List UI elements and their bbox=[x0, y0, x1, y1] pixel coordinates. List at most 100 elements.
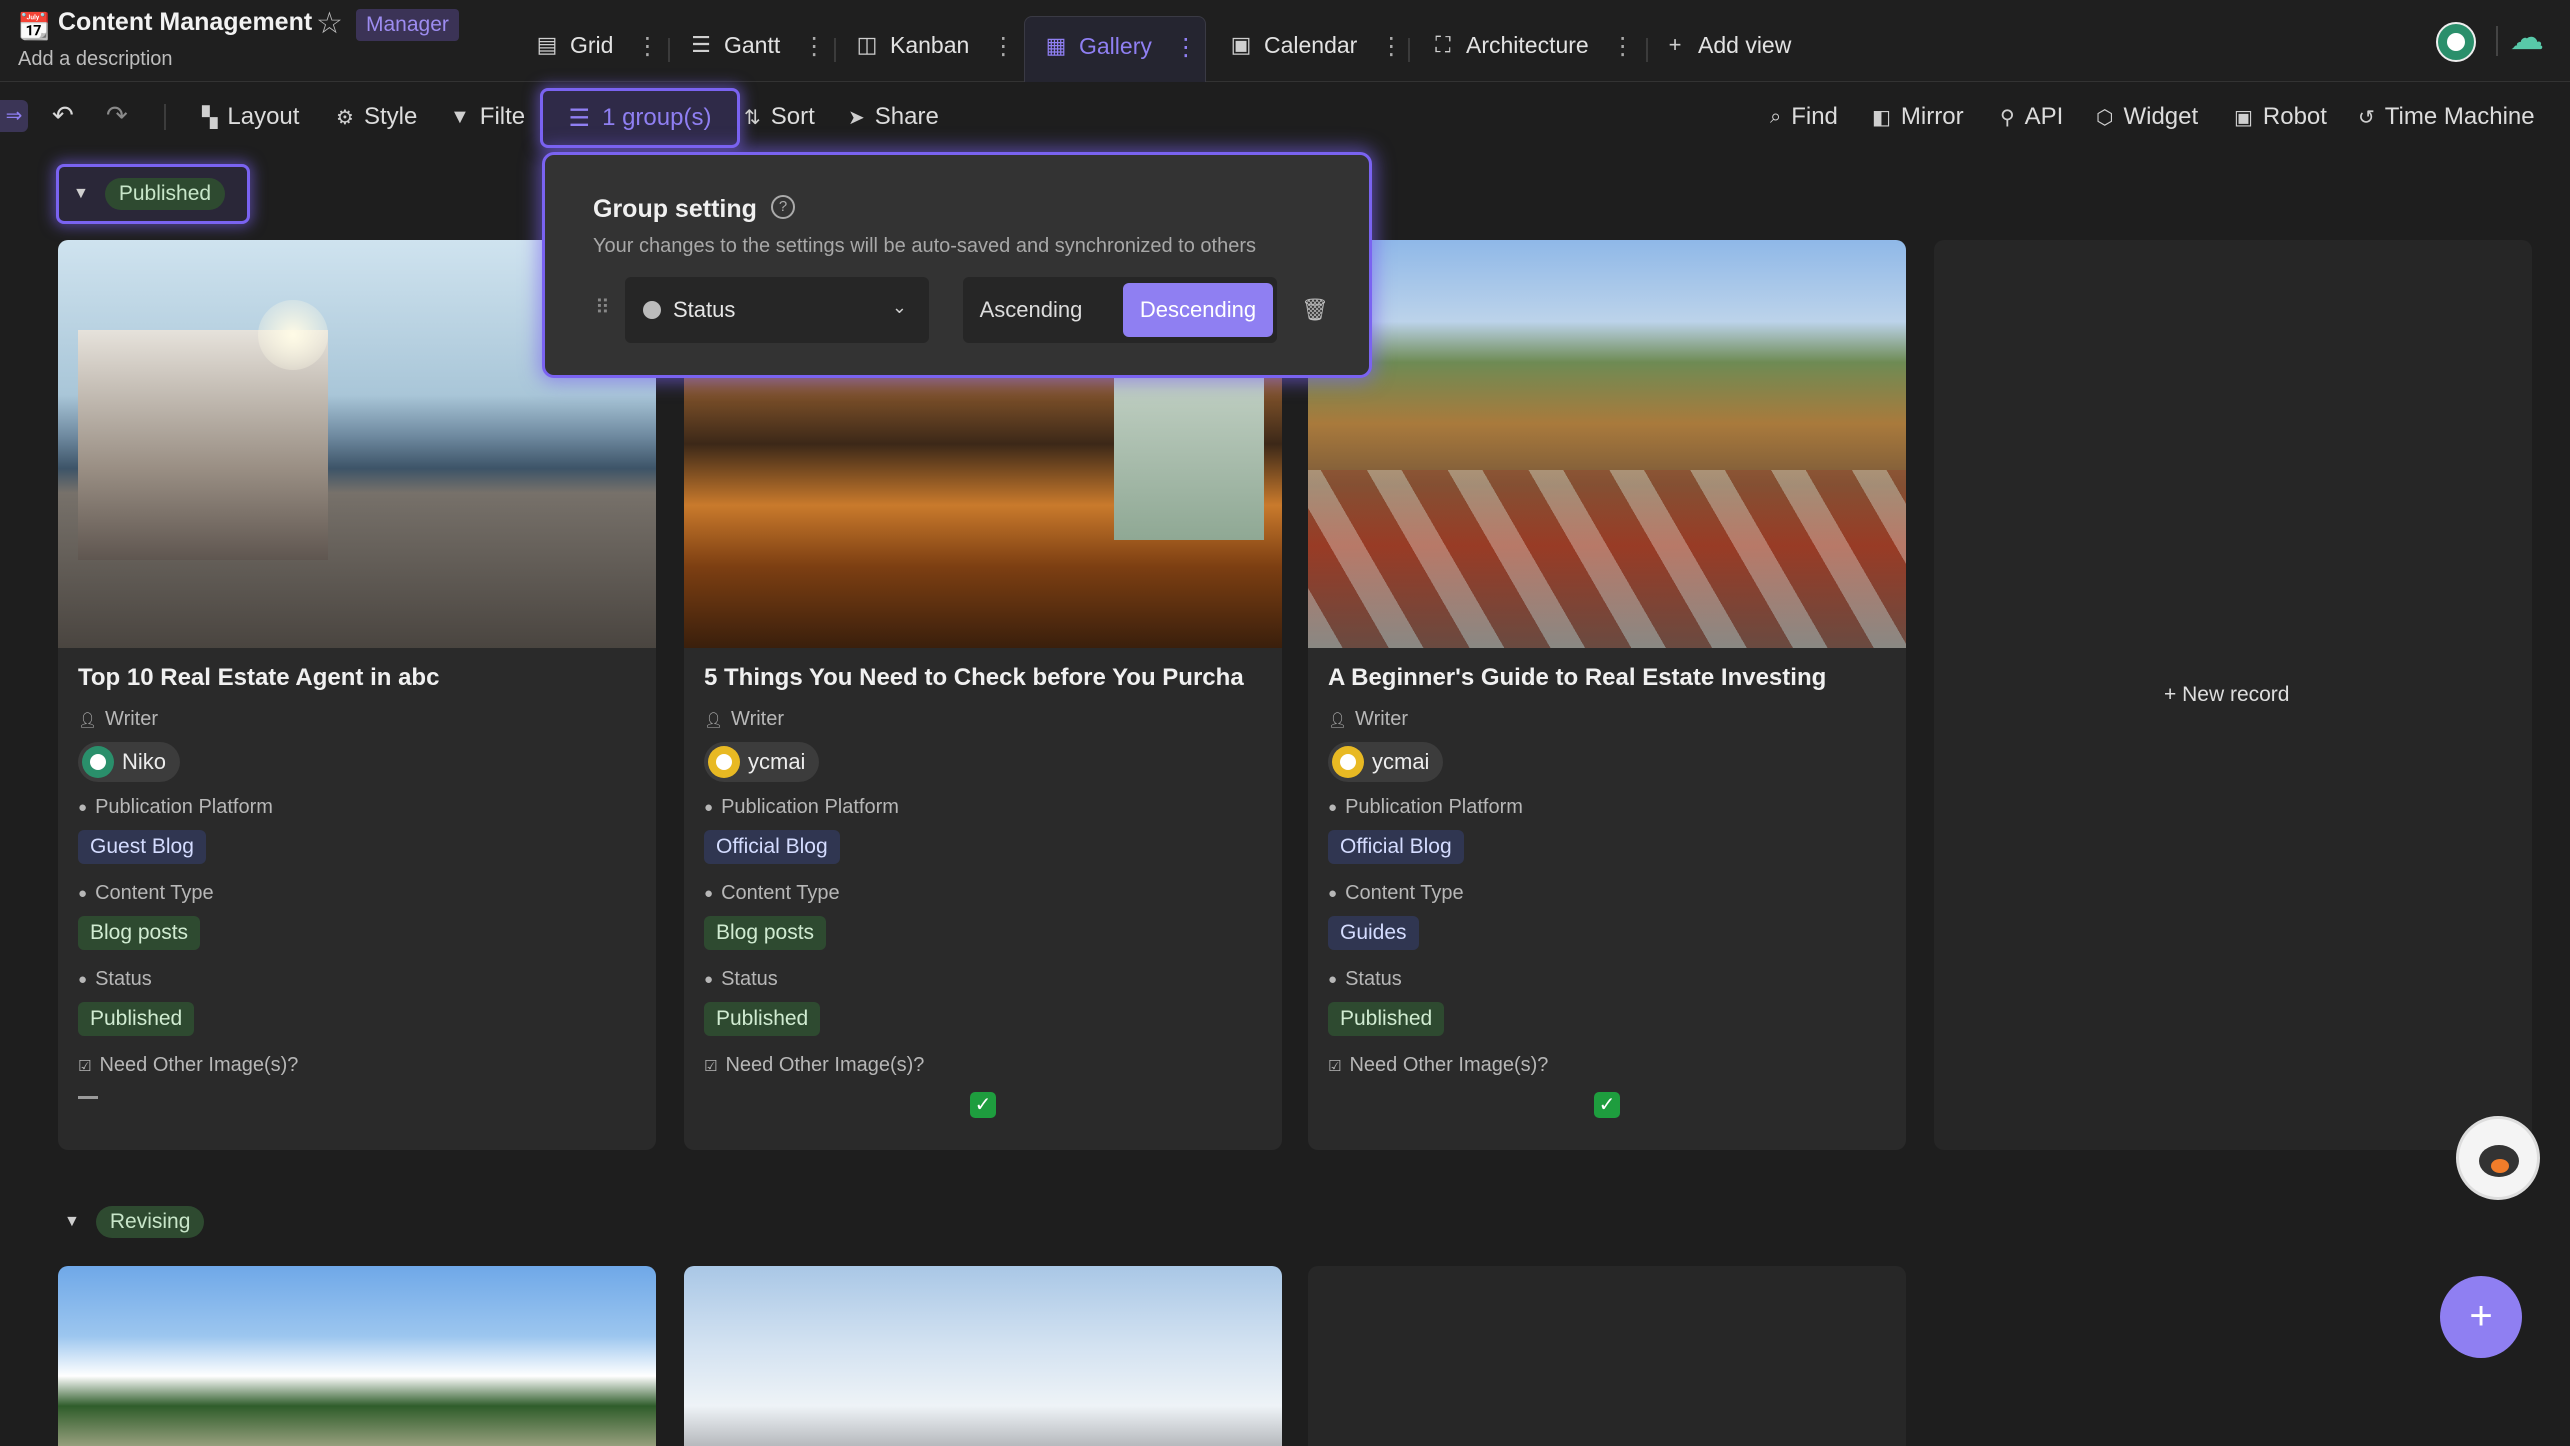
search-icon: ⌕ bbox=[1770, 105, 1782, 128]
checkbox-icon: ☑ bbox=[1328, 1057, 1342, 1075]
tab-label: Grid bbox=[570, 32, 614, 58]
gallery-card[interactable] bbox=[684, 1266, 1282, 1446]
filter-icon: ▼ bbox=[450, 105, 470, 128]
caret-down-icon[interactable]: ▼ bbox=[73, 185, 89, 203]
more-icon[interactable]: ⋮ bbox=[1611, 32, 1635, 61]
group-header-published[interactable]: ▼ Published bbox=[56, 164, 250, 224]
tab-grid[interactable]: ▤ Grid ⋮ bbox=[534, 16, 660, 82]
drag-handle-icon[interactable]: ⠿ bbox=[595, 295, 610, 320]
more-icon[interactable]: ⋮ bbox=[1174, 33, 1198, 62]
api-label: API bbox=[2024, 103, 2064, 130]
person-icon: 👤︎ bbox=[1328, 711, 1348, 729]
more-icon[interactable]: ⋮ bbox=[1379, 32, 1403, 61]
select-icon: ● bbox=[1328, 885, 1338, 902]
time-machine-label: Time Machine bbox=[2384, 103, 2535, 130]
widget-button[interactable]: ⬡ Widget bbox=[2096, 100, 2198, 134]
field-label-status: ● Status bbox=[1328, 968, 1402, 990]
field-label-need-images: ☑ Need Other Image(s)? bbox=[1328, 1054, 1549, 1076]
group-status-pill: Published bbox=[104, 178, 226, 210]
more-icon[interactable]: ⋮ bbox=[802, 32, 826, 61]
user-avatar[interactable] bbox=[2436, 22, 2476, 62]
platform-tag: Guest Blog bbox=[78, 830, 206, 864]
filter-button[interactable]: ▼ Filte bbox=[450, 100, 532, 134]
api-button[interactable]: ⚲ API bbox=[2000, 100, 2063, 134]
architecture-icon: ⛶ bbox=[1435, 32, 1451, 57]
tab-calendar[interactable]: ▣ Calendar ⋮ bbox=[1228, 16, 1404, 82]
sidebar-toggle-button[interactable]: ⇒ bbox=[0, 100, 28, 132]
select-field-icon bbox=[643, 301, 661, 319]
layout-button[interactable]: ▚ Layout bbox=[202, 100, 299, 134]
tab-label: Kanban bbox=[890, 32, 970, 58]
share-button[interactable]: ➤ Share bbox=[848, 100, 939, 134]
tab-gallery[interactable]: ▦ Gallery ⋮ bbox=[1024, 16, 1206, 82]
tab-label: Gantt bbox=[724, 32, 781, 58]
layout-icon: ▚ bbox=[202, 106, 218, 129]
mirror-button[interactable]: ◧ Mirror bbox=[1872, 100, 1964, 134]
star-icon[interactable]: ☆ bbox=[316, 6, 343, 42]
tab-architecture[interactable]: ⛶ Architecture ⋮ bbox=[1430, 16, 1634, 82]
kanban-icon: ◫ bbox=[856, 32, 878, 57]
style-button[interactable]: ⚙ Style bbox=[336, 100, 417, 134]
checked-icon: ✓ bbox=[970, 1092, 996, 1118]
group-header-revising[interactable]: ▼ Revising bbox=[64, 1202, 205, 1242]
trash-icon[interactable]: 🗑︎ bbox=[1301, 297, 1329, 323]
descending-button[interactable]: Descending bbox=[1123, 283, 1273, 337]
add-view-label: Add view bbox=[1698, 32, 1792, 58]
tab-gantt[interactable]: ☰ Gantt ⋮ bbox=[688, 16, 826, 82]
avatar bbox=[1332, 746, 1364, 778]
person-icon: 👤︎ bbox=[704, 711, 724, 729]
gallery-card[interactable]: A Beginner's Guide to Real Estate Invest… bbox=[1308, 240, 1906, 1150]
share-icon: ➤ bbox=[848, 106, 865, 129]
field-label-need-images: ☑ Need Other Image(s)? bbox=[704, 1054, 925, 1076]
sort-icon: ⇅ bbox=[744, 106, 761, 129]
writer-name: Niko bbox=[122, 749, 167, 774]
help-icon[interactable]: ? bbox=[771, 195, 795, 219]
writer-chip: ycmai bbox=[1328, 742, 1444, 782]
new-record-button[interactable]: + New record bbox=[2164, 683, 2289, 707]
popup-title: Group setting bbox=[593, 195, 757, 223]
robot-label: Robot bbox=[2262, 103, 2327, 130]
card-cover-image bbox=[1308, 240, 1906, 648]
tab-label: Architecture bbox=[1466, 32, 1589, 58]
time-machine-button[interactable]: ↺ Time Machine bbox=[2358, 100, 2535, 134]
group-field-select[interactable]: Status ⌄ bbox=[625, 277, 929, 343]
tab-divider bbox=[834, 38, 836, 62]
find-label: Find bbox=[1791, 103, 1838, 130]
group-field-value: Status bbox=[673, 297, 736, 322]
more-icon[interactable]: ⋮ bbox=[991, 32, 1015, 61]
field-label-content-type: ● Content Type bbox=[78, 882, 214, 904]
gallery-card[interactable] bbox=[1308, 1266, 1906, 1446]
caret-down-icon[interactable]: ▼ bbox=[64, 1213, 80, 1231]
platform-tag: Official Blog bbox=[1328, 830, 1464, 864]
card-title: Top 10 Real Estate Agent in abc bbox=[78, 664, 440, 691]
ascending-button[interactable]: Ascending bbox=[973, 283, 1089, 337]
add-record-fab[interactable]: + bbox=[2440, 1276, 2522, 1358]
redo-icon[interactable]: ↷ bbox=[106, 100, 128, 131]
gallery-card[interactable] bbox=[58, 1266, 656, 1446]
card-title: 5 Things You Need to Check before You Pu… bbox=[704, 664, 1244, 691]
more-icon[interactable]: ⋮ bbox=[635, 32, 659, 61]
app-title[interactable]: Content Management bbox=[58, 8, 312, 37]
writer-chip: Niko bbox=[78, 742, 181, 782]
sort-button[interactable]: ⇅ Sort bbox=[744, 100, 815, 134]
style-label: Style bbox=[363, 103, 418, 130]
select-icon: ● bbox=[704, 885, 714, 902]
card-title: A Beginner's Guide to Real Estate Invest… bbox=[1328, 664, 1827, 691]
cloud-icon[interactable]: ☁ bbox=[2510, 18, 2560, 58]
field-label-platform: ● Publication Platform bbox=[1328, 796, 1523, 818]
new-record-label: New record bbox=[2182, 683, 2290, 706]
plus-icon: + bbox=[1668, 32, 1682, 57]
undo-icon[interactable]: ↶ bbox=[52, 100, 74, 131]
writer-name: ycmai bbox=[748, 749, 806, 774]
robot-button[interactable]: ▣ Robot bbox=[2234, 100, 2327, 134]
add-view-button[interactable]: + Add view bbox=[1662, 16, 1792, 82]
field-label-need-images: ☑ Need Other Image(s)? bbox=[78, 1054, 299, 1076]
description[interactable]: Add a description bbox=[18, 48, 173, 71]
checkbox-icon: ☑ bbox=[78, 1057, 92, 1075]
tab-kanban[interactable]: ◫ Kanban ⋮ bbox=[854, 16, 1016, 82]
find-button[interactable]: ⌕ Find bbox=[1770, 100, 1838, 134]
field-label-content-type: ● Content Type bbox=[1328, 882, 1464, 904]
group-button[interactable]: ☰ 1 group(s) bbox=[540, 88, 740, 148]
assistant-avatar[interactable] bbox=[2456, 1116, 2540, 1200]
field-label-status: ● Status bbox=[704, 968, 778, 990]
